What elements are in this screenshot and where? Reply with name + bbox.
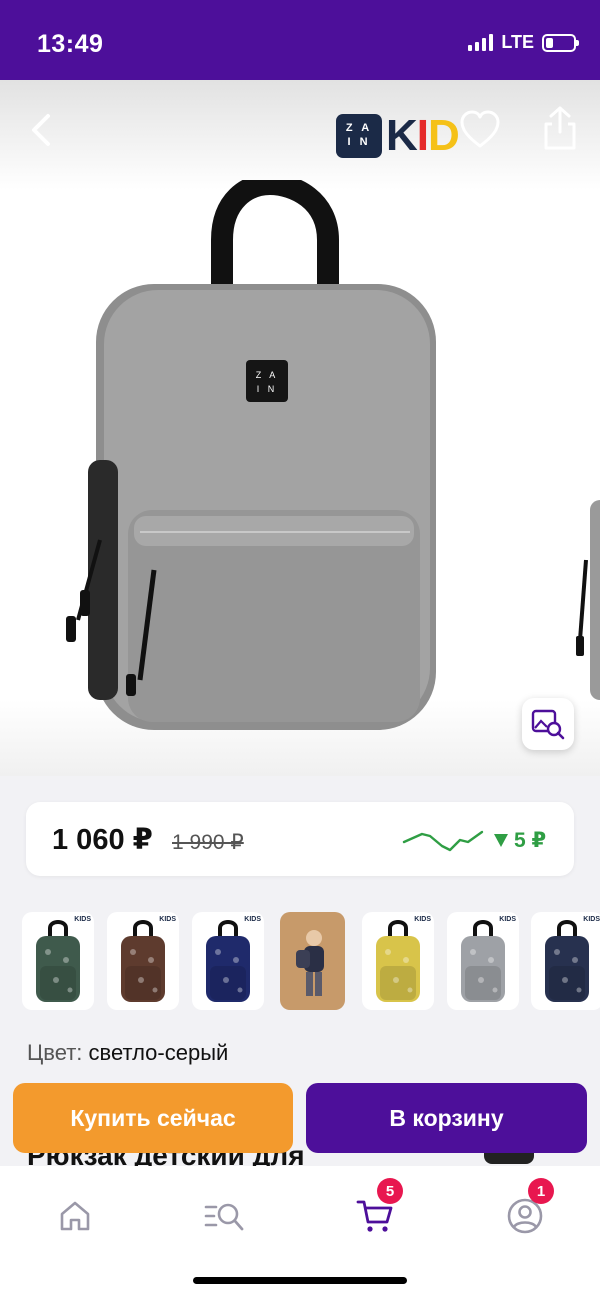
variant-thumb-yellow-print[interactable]: KIDS — [362, 912, 434, 1010]
status-indicators: LTE — [468, 32, 579, 53]
status-bar: 13:49 LTE — [0, 0, 600, 80]
cart-badge: 5 — [377, 1178, 403, 1204]
patch-line2: I N — [257, 384, 278, 394]
color-value: светло-серый — [88, 1040, 229, 1065]
share-icon — [544, 106, 576, 150]
variant-thumb-tropical-green[interactable]: KIDS — [22, 912, 94, 1010]
tab-home[interactable] — [45, 1186, 105, 1246]
brand-letter-i: I — [416, 111, 429, 160]
next-image-peek — [576, 500, 600, 700]
wishlist-button[interactable] — [458, 108, 502, 152]
product-gallery[interactable]: Z A I N KID Z A I N — [0, 80, 600, 776]
buy-now-button[interactable]: Купить сейчас — [13, 1083, 293, 1153]
variant-thumb-child-photo[interactable] — [280, 912, 345, 1010]
variant-thumb-navy[interactable]: KIDS — [192, 912, 264, 1010]
brand-letter-k: K — [386, 111, 418, 160]
brand-wordmark: KID — [386, 111, 460, 160]
patch-line1: Z A — [256, 370, 279, 380]
home-icon — [60, 1201, 90, 1231]
child-photo-image — [296, 930, 324, 996]
color-label: Цвет: — [27, 1040, 83, 1065]
signal-icon — [468, 34, 494, 51]
tab-bar: 5 1 — [0, 1166, 600, 1298]
price-drop-value: 5 ₽ — [514, 829, 547, 852]
variant-backpack-image — [121, 920, 165, 1002]
variant-thumb-grey-camo[interactable]: KIDS — [447, 912, 519, 1010]
price-trend-sparkline — [402, 830, 484, 852]
heart-icon — [460, 110, 500, 148]
variant-backpack-image — [461, 920, 505, 1002]
share-button[interactable] — [538, 104, 582, 152]
brand-logo[interactable]: Z A I N KID — [336, 111, 460, 160]
brand-letter-d: D — [428, 111, 460, 160]
catalog-search-icon — [204, 1203, 244, 1231]
price-drop: 5 ₽ — [494, 828, 546, 853]
variant-backpack-image — [206, 920, 250, 1002]
variant-backpack-image — [36, 920, 80, 1002]
chevron-left-icon — [32, 114, 50, 146]
price-card[interactable]: 1 060 ₽ 1 990 ₽ 5 ₽ — [26, 802, 574, 876]
add-to-cart-button[interactable]: В корзину — [306, 1083, 587, 1153]
color-variants: KIDS KIDS KIDS KIDS KIDS KIDS — [0, 912, 600, 1012]
profile-badge: 1 — [528, 1178, 554, 1204]
brand-badge-line1: Z A — [345, 122, 373, 134]
brand-badge: Z A I N — [336, 114, 382, 158]
old-price: 1 990 ₽ — [172, 831, 244, 854]
home-indicator — [193, 1277, 407, 1284]
current-price: 1 060 ₽ — [52, 824, 153, 856]
variant-backpack-image — [376, 920, 420, 1002]
tab-catalog[interactable] — [195, 1186, 255, 1246]
selected-color: Цвет: светло-серый — [27, 1040, 228, 1066]
status-time: 13:49 — [37, 30, 104, 58]
tab-cart[interactable]: 5 — [345, 1178, 405, 1246]
tab-profile[interactable]: 1 — [495, 1178, 555, 1246]
variant-thumb-navy-print[interactable]: KIDS — [531, 912, 600, 1010]
brand-badge-line2: I N — [347, 136, 371, 148]
variant-thumb-brown-print[interactable]: KIDS — [107, 912, 179, 1010]
variant-backpack-image — [545, 920, 589, 1002]
network-type: LTE — [501, 32, 534, 52]
battery-icon — [542, 33, 579, 52]
image-search-icon — [531, 709, 565, 740]
back-button[interactable] — [22, 110, 62, 150]
visual-search-button[interactable] — [522, 698, 574, 750]
backpack-image: Z A I N — [66, 180, 436, 730]
down-arrow-icon — [494, 834, 508, 847]
